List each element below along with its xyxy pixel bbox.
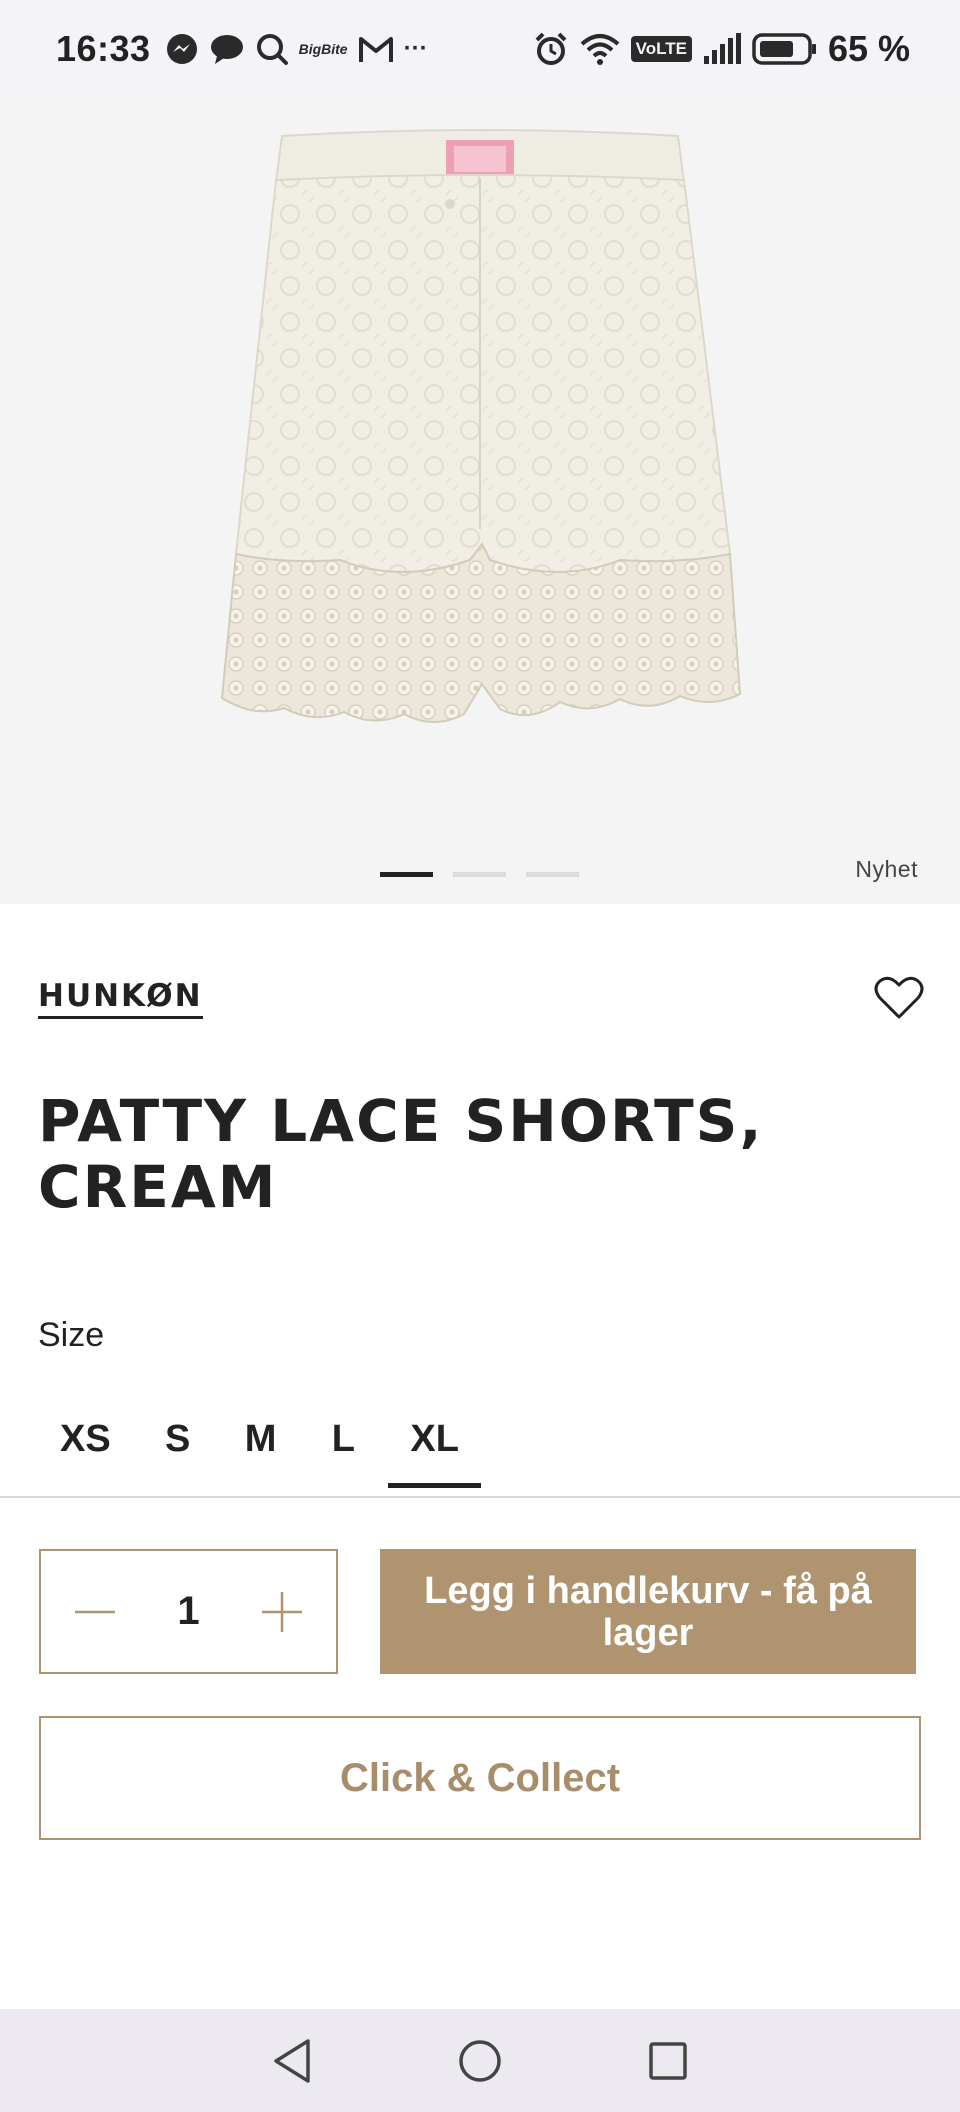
home-icon[interactable]	[456, 2037, 504, 2085]
gmail-icon	[358, 34, 394, 64]
divider	[0, 1496, 960, 1498]
brand-row: HUNKØN	[38, 975, 924, 1021]
size-option-m[interactable]: M	[223, 1400, 299, 1488]
size-label: Size	[38, 1316, 105, 1354]
system-nav-bar	[0, 2009, 960, 2112]
gallery-dot[interactable]	[453, 872, 506, 877]
new-badge: Nyhet	[855, 856, 918, 882]
recents-icon[interactable]	[644, 2037, 692, 2085]
gallery-dot[interactable]	[380, 872, 433, 877]
gallery-pagination	[380, 872, 579, 877]
messenger-icon	[165, 32, 199, 66]
status-right: VoLTE 65 %	[533, 28, 910, 70]
search-icon	[255, 32, 289, 66]
quantity-stepper: 1	[39, 1549, 338, 1674]
brand-link[interactable]: HUNKØN	[38, 978, 203, 1019]
heart-icon[interactable]	[874, 975, 924, 1021]
bigbite-icon: BigBite	[298, 41, 348, 57]
battery-icon	[752, 32, 818, 66]
signal-icon	[702, 32, 742, 66]
status-left: 16:33 BigBite ···	[56, 28, 428, 70]
back-icon[interactable]	[268, 2037, 316, 2085]
gallery-dot[interactable]	[526, 872, 579, 877]
more-icon: ···	[403, 35, 428, 62]
status-bar: 16:33 BigBite ··· VoLTE 65 %	[0, 0, 960, 98]
add-to-cart-button[interactable]: Legg i handlekurv - få på lager	[380, 1549, 916, 1674]
size-option-s[interactable]: S	[143, 1400, 213, 1488]
quantity-value[interactable]: 1	[177, 1589, 199, 1634]
click-collect-button[interactable]: Click & Collect	[39, 1716, 921, 1840]
size-option-xl[interactable]: XL	[388, 1400, 481, 1488]
minus-icon[interactable]	[73, 1590, 117, 1634]
wifi-icon	[579, 32, 621, 66]
product-image	[220, 129, 742, 723]
chat-icon	[209, 32, 245, 66]
size-option-l[interactable]: L	[308, 1400, 378, 1488]
volte-icon: VoLTE	[630, 36, 692, 62]
product-image-gallery[interactable]: Nyhet	[0, 98, 960, 904]
product-title: PATTY LACE SHORTS, CREAM	[38, 1087, 764, 1221]
battery-percentage: 65 %	[827, 28, 910, 69]
size-selector: XS S M L XL	[38, 1400, 481, 1488]
plus-icon[interactable]	[260, 1590, 304, 1634]
alarm-icon	[533, 31, 569, 67]
status-time: 16:33	[56, 28, 151, 69]
size-option-xs[interactable]: XS	[38, 1400, 133, 1488]
